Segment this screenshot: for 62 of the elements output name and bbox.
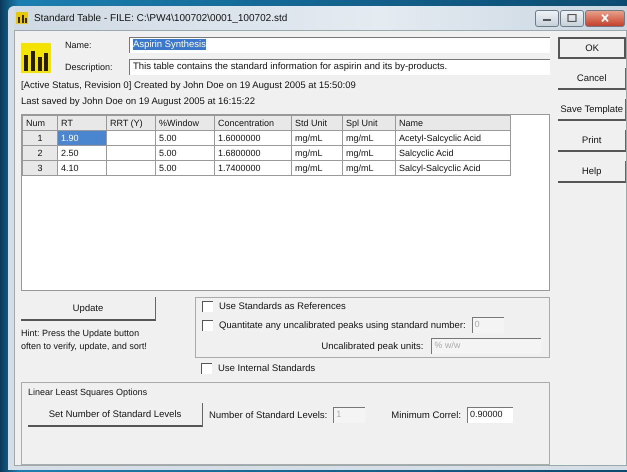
table-cell[interactable]: 1.6800000 — [214, 146, 292, 160]
table-cell[interactable]: Salcyclic Acid — [396, 146, 510, 160]
correl-field[interactable]: 0.90000 — [466, 407, 513, 423]
minimize-button[interactable] — [535, 10, 559, 26]
table-cell[interactable]: 5.00 — [156, 130, 214, 146]
row-header[interactable]: 1 — [22, 130, 58, 146]
table-cell[interactable]: 2.50 — [58, 146, 106, 160]
checkbox-label: Use Internal Standards — [218, 363, 316, 374]
table-cell[interactable]: mg/mL — [292, 146, 342, 160]
table-cell[interactable]: mg/mL — [292, 160, 342, 176]
maximize-icon — [567, 14, 577, 22]
table-cell[interactable]: 1.6000000 — [214, 130, 292, 146]
close-button[interactable] — [585, 10, 625, 26]
set-levels-button[interactable]: Set Number of Standard Levels — [28, 403, 203, 427]
correl-label: Minimum Correl: — [391, 410, 461, 420]
column-header[interactable]: Spl Unit — [342, 116, 396, 130]
checkbox[interactable] — [201, 363, 212, 374]
status-line: Last saved by John Doe on 19 August 2005 at 16:15:22 — [21, 96, 256, 107]
description-field[interactable]: This table contains the standard information for aspirin and its by-products. — [129, 59, 550, 75]
units-label: Uncalibrated peak units: — [321, 340, 424, 352]
column-header[interactable]: RT — [58, 116, 106, 130]
close-icon — [600, 14, 610, 22]
table-cell[interactable]: mg/mL — [342, 146, 396, 160]
dialog-button[interactable]: Print — [558, 130, 626, 152]
group-title: Linear Least Squares Options — [28, 387, 148, 397]
checkbox-label: Quantitate any uncalibrated peaks using standard number: — [219, 320, 466, 330]
column-header[interactable]: Concentration — [214, 116, 292, 130]
window-title: Standard Table - FILE: C:\PW4\100702\0001_100702.std — [34, 12, 288, 24]
status-line: [Active Status, Revision 0] Created by John Doe on 19 August 2005 at 15:50:09 — [21, 80, 357, 91]
table-cell[interactable]: mg/mL — [342, 130, 396, 146]
table-cell[interactable]: 5.00 — [156, 146, 214, 160]
table-cell[interactable]: 4.10 — [58, 160, 106, 176]
app-icon — [16, 12, 28, 24]
checkbox[interactable] — [202, 320, 213, 330]
maximize-button[interactable] — [560, 10, 584, 26]
levels-label: Number of Standard Levels: — [209, 410, 328, 420]
table-cell[interactable]: Salcyl-Salcyclic Acid — [396, 160, 510, 176]
update-button[interactable]: Update — [21, 297, 156, 321]
table-cell[interactable]: mg/mL — [292, 130, 342, 146]
table-cell[interactable]: mg/mL — [342, 160, 396, 176]
dialog-button[interactable]: OK — [558, 37, 626, 59]
column-header[interactable]: RRT (Y) — [106, 116, 156, 130]
logo-icon — [21, 43, 51, 73]
row-header[interactable]: 3 — [22, 160, 58, 176]
table-cell[interactable]: 5.00 — [156, 160, 214, 176]
name-label: Name: — [65, 40, 93, 50]
table-cell[interactable]: 1.7400000 — [214, 160, 292, 176]
checkbox[interactable] — [202, 301, 213, 312]
dialog-button[interactable]: Help — [558, 161, 626, 183]
hint-text: Hint: Press the Update button often to verify, update, and sort! — [21, 327, 148, 354]
column-header[interactable]: Std Unit — [292, 116, 342, 130]
table-cell[interactable]: Acetyl-Salcyclic Acid — [396, 130, 510, 146]
dialog-button[interactable]: Cancel — [558, 68, 626, 90]
column-header[interactable]: %Window — [156, 116, 214, 130]
row-header[interactable]: 2 — [22, 146, 58, 160]
name-field[interactable]: Aspirin Synthesis — [129, 37, 550, 53]
checkbox-label: Use Standards as References — [219, 301, 346, 312]
column-header[interactable]: Num — [22, 116, 58, 130]
description-label: Description: — [65, 62, 114, 72]
column-header[interactable]: Name — [396, 116, 510, 130]
table-cell[interactable]: 1.90 — [58, 130, 106, 146]
dialog-button[interactable]: Save Template — [558, 99, 626, 121]
